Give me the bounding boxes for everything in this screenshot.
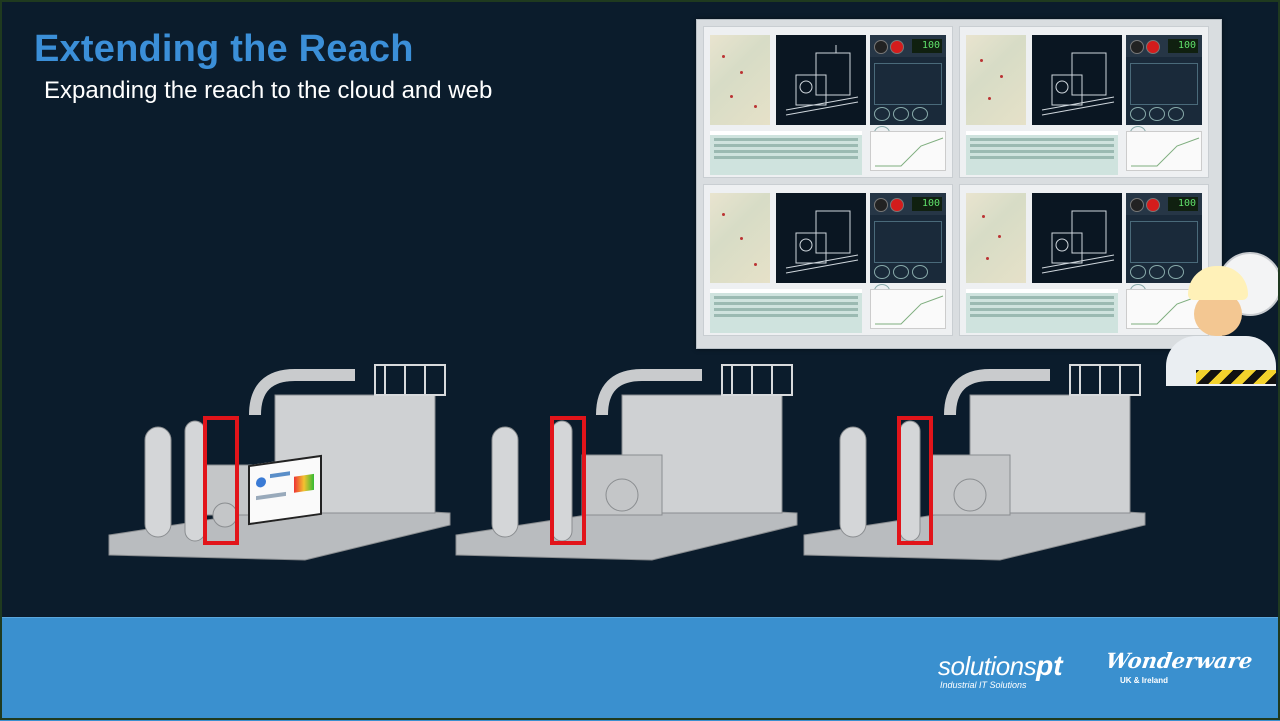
dial-row xyxy=(1130,107,1198,140)
trend-chart xyxy=(1126,131,1202,171)
map-thumbnail xyxy=(710,35,770,125)
control-panel: 100 xyxy=(870,35,946,140)
alarm-indicator-icon xyxy=(1146,40,1160,54)
trend-chart xyxy=(870,289,946,329)
dashboard-quadrant: 100 xyxy=(959,26,1209,178)
solutions-pt-logo: solutionspt Industrial IT Solutions xyxy=(938,650,1063,690)
compressor-3d-view xyxy=(1032,35,1122,125)
map-thumbnail xyxy=(966,193,1026,283)
compressor-unit-2 xyxy=(455,364,798,561)
hmi-screen-icon xyxy=(248,454,322,526)
stop-indicator-icon xyxy=(874,198,888,212)
digital-readout: 100 xyxy=(1168,39,1198,53)
operator-avatar-icon xyxy=(1166,252,1280,386)
compressor-unit-3 xyxy=(803,364,1146,561)
logo-region: UK & Ireland xyxy=(1120,676,1169,685)
map-thumbnail xyxy=(966,35,1026,125)
dial-row xyxy=(874,107,942,140)
digital-readout: 100 xyxy=(912,39,942,53)
slide-subtitle: Expanding the reach to the cloud and web xyxy=(44,77,493,104)
stop-indicator-icon xyxy=(1130,40,1144,54)
compressor-3d-view xyxy=(1032,193,1122,283)
data-table xyxy=(710,289,862,333)
data-table xyxy=(966,289,1118,333)
slide-title: Extending the Reach xyxy=(34,28,414,70)
vessel-highlight-box xyxy=(897,416,933,545)
dial-row xyxy=(874,265,942,298)
data-table xyxy=(966,131,1118,175)
vessel-highlight-box xyxy=(203,416,239,545)
gauge-panel xyxy=(1130,63,1198,105)
digital-readout: 100 xyxy=(912,197,942,211)
stop-indicator-icon xyxy=(1130,198,1144,212)
compressor-3d-view xyxy=(776,193,866,283)
footer-bar xyxy=(0,617,1280,721)
dashboard-quadrant: 100 xyxy=(703,26,953,178)
control-panel: 100 xyxy=(1126,35,1202,140)
control-panel: 100 xyxy=(870,193,946,298)
data-table xyxy=(710,131,862,175)
wonderware-logo: Wonderware UK & Ireland xyxy=(1104,648,1255,685)
map-thumbnail xyxy=(710,193,770,283)
alarm-indicator-icon xyxy=(890,198,904,212)
trend-chart xyxy=(870,131,946,171)
digital-readout: 100 xyxy=(1168,197,1198,211)
vessel-highlight-box xyxy=(550,416,586,545)
gauge-panel xyxy=(874,63,942,105)
alarm-indicator-icon xyxy=(890,40,904,54)
logo-tagline: Industrial IT Solutions xyxy=(940,680,1027,690)
stop-indicator-icon xyxy=(874,40,888,54)
compressor-3d-view xyxy=(776,35,866,125)
web-dashboard-image: 100 100 100 100 xyxy=(696,19,1222,349)
alarm-indicator-icon xyxy=(1146,198,1160,212)
gauge-panel xyxy=(874,221,942,263)
dashboard-quadrant: 100 xyxy=(703,184,953,336)
